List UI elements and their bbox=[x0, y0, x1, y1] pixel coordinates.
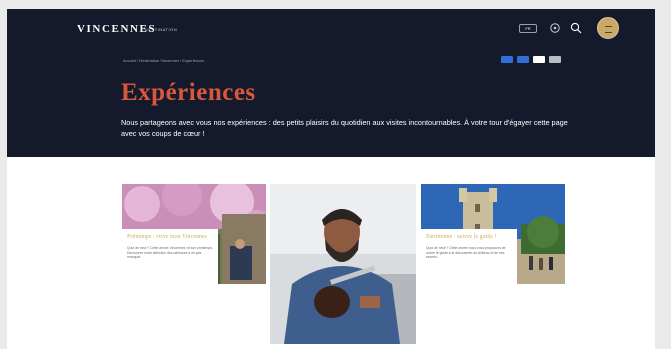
share-twitter-icon[interactable] bbox=[517, 56, 529, 63]
search-icon[interactable] bbox=[570, 22, 582, 34]
card-title[interactable]: Printemps : vivre mon Vincennes bbox=[127, 234, 213, 241]
browser-frame: VINCENNES DESTINATION FR Accueil / Desti… bbox=[0, 0, 671, 349]
breadcrumb[interactable]: Accueil / Destination Vincennes / Expéri… bbox=[123, 58, 204, 63]
card-panel-spring: Printemps : vivre mon Vincennes Quoi de … bbox=[122, 229, 218, 284]
share-email-icon[interactable] bbox=[533, 56, 545, 63]
share-facebook-icon[interactable] bbox=[501, 56, 513, 63]
card-image-chef bbox=[270, 184, 416, 344]
card-panel-heritage: Patrimoine : suivez le guide ! Quoi de n… bbox=[421, 229, 517, 284]
language-selector[interactable]: FR bbox=[519, 24, 537, 33]
site-logo-subtitle: DESTINATION bbox=[145, 27, 178, 32]
menu-icon[interactable] bbox=[597, 17, 619, 39]
card-text: Quoi de neuf ? Cette année nous vous pro… bbox=[426, 246, 506, 260]
experience-card-chef[interactable] bbox=[270, 184, 416, 344]
experience-card-heritage[interactable]: Patrimoine : suivez le guide ! Quoi de n… bbox=[421, 184, 565, 284]
card-title[interactable]: Patrimoine : suivez le guide ! bbox=[426, 234, 512, 241]
card-text: Quoi de neuf ? Cette année Vincennes vit… bbox=[127, 246, 213, 260]
page-intro: Nous partageons avec vous nos expérience… bbox=[121, 118, 568, 138]
experience-card-spring[interactable]: Printemps : vivre mon Vincennes Quoi de … bbox=[122, 184, 266, 284]
page-title: Expériences bbox=[121, 79, 256, 106]
share-print-icon[interactable] bbox=[549, 56, 561, 63]
page: VINCENNES DESTINATION FR Accueil / Desti… bbox=[7, 9, 655, 349]
accessibility-icon[interactable] bbox=[549, 22, 561, 34]
hero-banner: VINCENNES DESTINATION FR Accueil / Desti… bbox=[7, 9, 655, 157]
